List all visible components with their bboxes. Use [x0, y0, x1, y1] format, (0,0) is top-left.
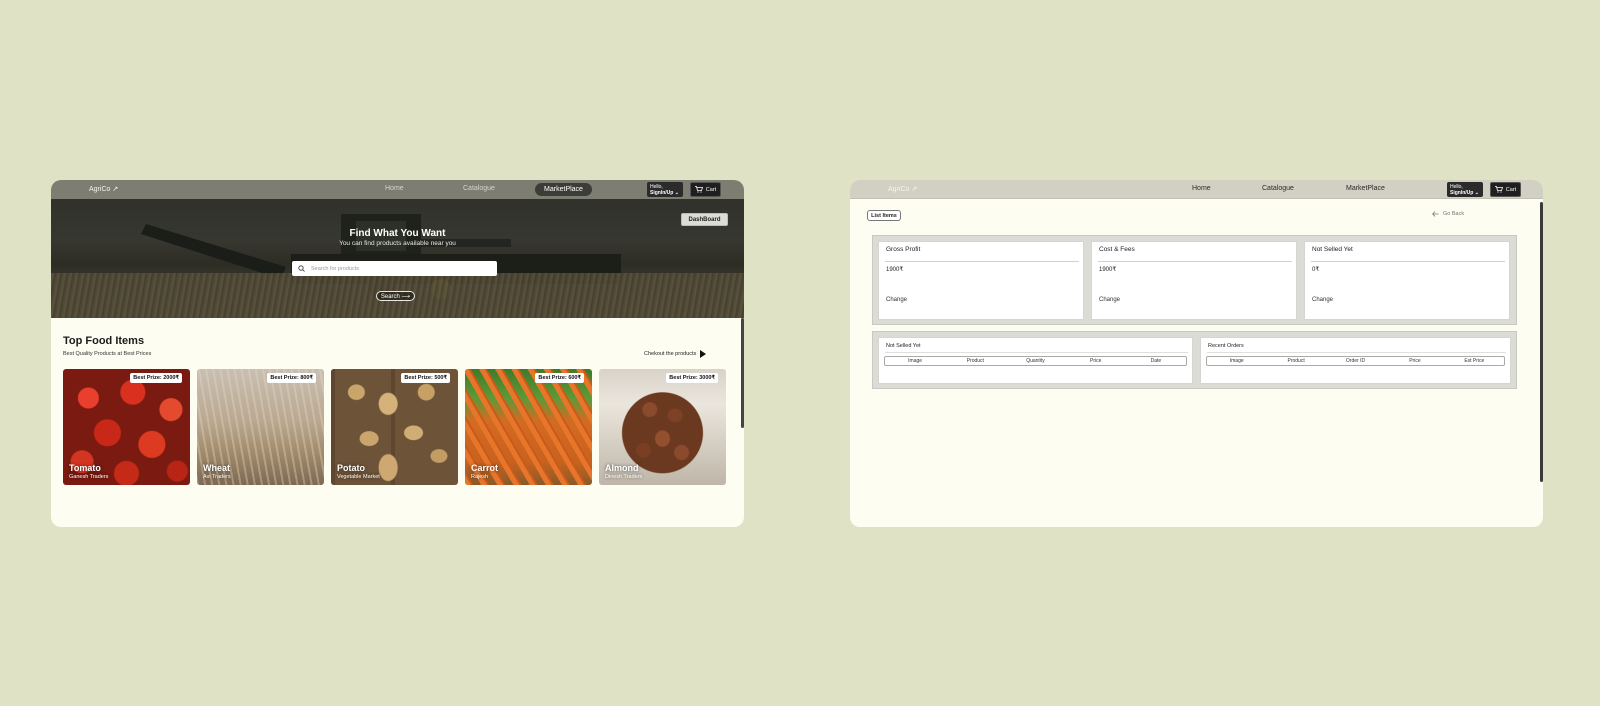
column-header: Image	[908, 358, 923, 364]
hero-subtitle: You can find products available near you	[339, 240, 456, 247]
not-selled-table: Not Selled Yet Image Product Quantity Pr…	[878, 337, 1193, 384]
cart-button[interactable]: Cart	[690, 182, 721, 197]
product-seller: Rajesh	[471, 474, 489, 480]
recent-orders-table: Recent Orders Image Product Order ID Pri…	[1200, 337, 1511, 384]
scrollbar[interactable]	[1540, 202, 1543, 482]
column-header: Image	[1229, 358, 1244, 364]
signin-label: SignIn/Up ⌄	[650, 190, 679, 196]
logo[interactable]: AgriCo ↗	[89, 185, 118, 193]
cart-label: Cart	[705, 186, 717, 193]
dashboard-window: AgriCo ↗ Home Catalogue MarketPlace Hell…	[850, 180, 1543, 527]
stat-change-link[interactable]: Change	[1312, 297, 1333, 303]
product-card-potato[interactable]: Best Prize: 500₹ Potato Vegetable Market	[331, 369, 458, 485]
cart-icon	[694, 186, 703, 193]
search-button[interactable]: Search ⟶	[376, 291, 415, 301]
stat-change-link[interactable]: Change	[1099, 297, 1120, 303]
divider	[1098, 261, 1292, 262]
product-card-almond[interactable]: Best Prize: 3000₹ Almond Dinesh Traders	[599, 369, 726, 485]
signin-label: SignIn/Up ⌄	[1450, 190, 1479, 196]
nav-marketplace-link[interactable]: MarketPlace	[535, 183, 592, 196]
product-card-wheat[interactable]: Best Prize: 800₹ Wheat Avi Traders	[197, 369, 324, 485]
divider	[885, 261, 1079, 262]
product-seller: Ganesh Traders	[69, 474, 109, 480]
product-name: Almond	[605, 463, 639, 473]
nav-catalogue-link[interactable]: Catalogue	[463, 185, 495, 192]
nav-marketplace-link[interactable]: MarketPlace	[1346, 185, 1385, 192]
table-title: Recent Orders	[1208, 343, 1244, 349]
stat-value: 0₹	[1312, 267, 1320, 273]
section-title: Top Food Items	[63, 335, 145, 347]
table-header: Image Product Order ID Price Est Price	[1206, 356, 1505, 366]
dashboard-button[interactable]: DashBoard	[681, 213, 728, 226]
price-badge: Best Prize: 800₹	[267, 373, 316, 383]
price-badge: Best Prize: 500₹	[401, 373, 450, 383]
stat-value: 1900₹	[1099, 267, 1117, 273]
cart-button[interactable]: Cart	[1490, 182, 1521, 197]
stat-change-link[interactable]: Change	[886, 297, 907, 303]
cart-label: Cart	[1505, 186, 1517, 193]
stat-title: Gross Profit	[886, 246, 921, 253]
column-header: Price	[1090, 358, 1102, 364]
search-bar	[292, 261, 497, 276]
product-name: Potato	[337, 463, 365, 473]
tables-panel: Not Selled Yet Image Product Quantity Pr…	[872, 331, 1517, 389]
table-title: Not Selled Yet	[886, 343, 921, 349]
product-name: Tomato	[69, 463, 101, 473]
go-back-label: Go Back	[1443, 211, 1465, 217]
arrow-left-icon	[1432, 211, 1439, 217]
hero-title: Find What You Want	[349, 228, 446, 239]
search-input[interactable]	[311, 265, 481, 272]
product-seller: Vegetable Market	[337, 474, 380, 480]
column-header: Price	[1409, 358, 1421, 364]
navbar: AgriCo ↗ Home Catalogue MarketPlace Hell…	[51, 180, 744, 199]
product-name: Wheat	[203, 463, 230, 473]
checkout-label: Chekout the products	[644, 351, 697, 357]
signin-dropdown[interactable]: Hello, SignIn/Up ⌄	[1447, 182, 1483, 197]
list-items-button[interactable]: List Items	[867, 210, 901, 221]
checkout-products-link[interactable]: Chekout the products	[644, 350, 707, 358]
divider	[885, 352, 1188, 353]
column-header: Est Price	[1464, 358, 1485, 364]
stat-title: Not Selled Yet	[1312, 246, 1353, 253]
column-header: Date	[1150, 358, 1162, 364]
nav-home-link[interactable]: Home	[385, 185, 404, 192]
stat-value: 1900₹	[886, 267, 904, 273]
product-seller: Avi Traders	[203, 474, 231, 480]
table-header: Image Product Quantity Price Date	[884, 356, 1187, 366]
product-name: Carrot	[471, 463, 499, 473]
column-header: Quantity	[1026, 358, 1045, 364]
stats-panel: Gross Profit 1900₹ Change Cost & Fees 19…	[872, 235, 1517, 325]
product-seller: Dinesh Traders	[605, 474, 643, 480]
product-card-carrot[interactable]: Best Prize: 600₹ Carrot Rajesh	[465, 369, 592, 485]
nav-home-link[interactable]: Home	[1192, 185, 1211, 192]
divider	[1311, 261, 1505, 262]
stat-card-cost-fees: Cost & Fees 1900₹ Change	[1091, 241, 1297, 320]
signin-dropdown[interactable]: Hello, SignIn/Up ⌄	[647, 182, 683, 197]
marketplace-window: AgriCo ↗ Home Catalogue MarketPlace Hell…	[51, 180, 744, 527]
section-subtitle: Best Quality Products at Best Prices	[63, 351, 152, 357]
column-header: Product	[1287, 358, 1305, 364]
product-card-tomato[interactable]: Best Prize: 2000₹ Tomato Ganesh Traders	[63, 369, 190, 485]
price-badge: Best Prize: 2000₹	[130, 373, 182, 383]
price-badge: Best Prize: 3000₹	[666, 373, 718, 383]
stat-card-gross-profit: Gross Profit 1900₹ Change	[878, 241, 1084, 320]
divider	[1207, 352, 1506, 353]
search-icon	[298, 265, 305, 272]
nav-catalogue-link[interactable]: Catalogue	[1262, 185, 1294, 192]
stat-card-not-selled: Not Selled Yet 0₹ Change	[1304, 241, 1510, 320]
hero-banner: DashBoard Find What You Want You can fin…	[51, 199, 744, 318]
play-arrow-icon	[700, 350, 707, 358]
column-header: Product	[966, 358, 984, 364]
logo[interactable]: AgriCo ↗	[888, 185, 917, 193]
cart-icon	[1494, 186, 1503, 193]
navbar: AgriCo ↗ Home Catalogue MarketPlace Hell…	[850, 180, 1543, 199]
scrollbar[interactable]	[741, 318, 744, 428]
column-header: Order ID	[1345, 358, 1366, 364]
go-back-link[interactable]: Go Back	[1432, 211, 1464, 217]
stat-title: Cost & Fees	[1099, 246, 1135, 253]
price-badge: Best Prize: 600₹	[535, 373, 584, 383]
